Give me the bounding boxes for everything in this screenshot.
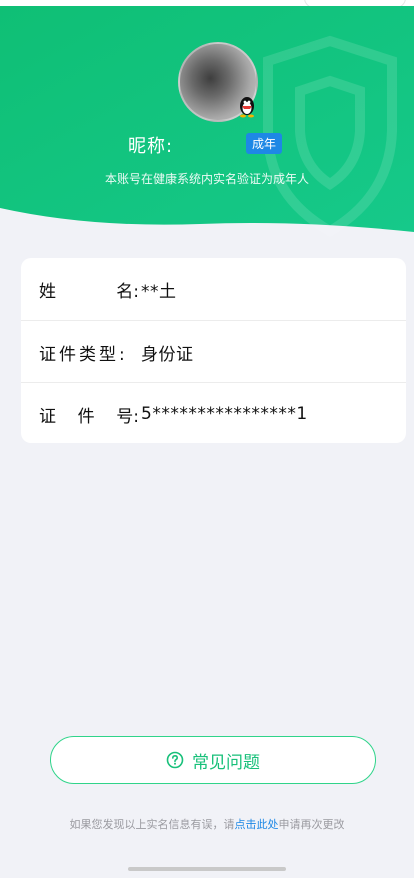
identity-info-card: 姓 名: **土 证件类型: 身份证 证 件 号: 5*************… [21,258,406,443]
name-label: 姓 名: [39,281,139,302]
header-background [0,6,414,237]
id-number-label: 证 件 号: [39,406,139,427]
name-row: 姓 名: **土 [21,258,406,320]
name-value: **土 [141,281,177,302]
verification-note: 本账号在健康系统内实名验证为成年人 [104,172,309,186]
nickname-label: 昵称: [128,136,174,157]
qq-penguin-icon [240,97,254,118]
faq-button[interactable]: 常见问题 [50,736,376,784]
id-number-value: 5****************1 [141,404,308,424]
home-indicator [128,867,286,871]
account-header: 昵称: 成年 本账号在健康系统内实名验证为成年人 [0,6,414,244]
id-type-label: 证件类型: [39,344,128,365]
id-number-row: 证 件 号: 5****************1 [21,382,406,443]
correction-link[interactable]: 点击此处 [235,818,279,831]
id-type-row: 证件类型: 身份证 [21,320,406,383]
id-type-value: 身份证 [141,344,194,365]
question-circle-icon [166,751,184,769]
adult-status-badge: 成年 [246,133,283,154]
faq-button-label: 常见问题 [192,752,260,773]
correction-footnote: 如果您发现以上实名信息有误，请点击此处申请再次更改 [69,818,345,831]
